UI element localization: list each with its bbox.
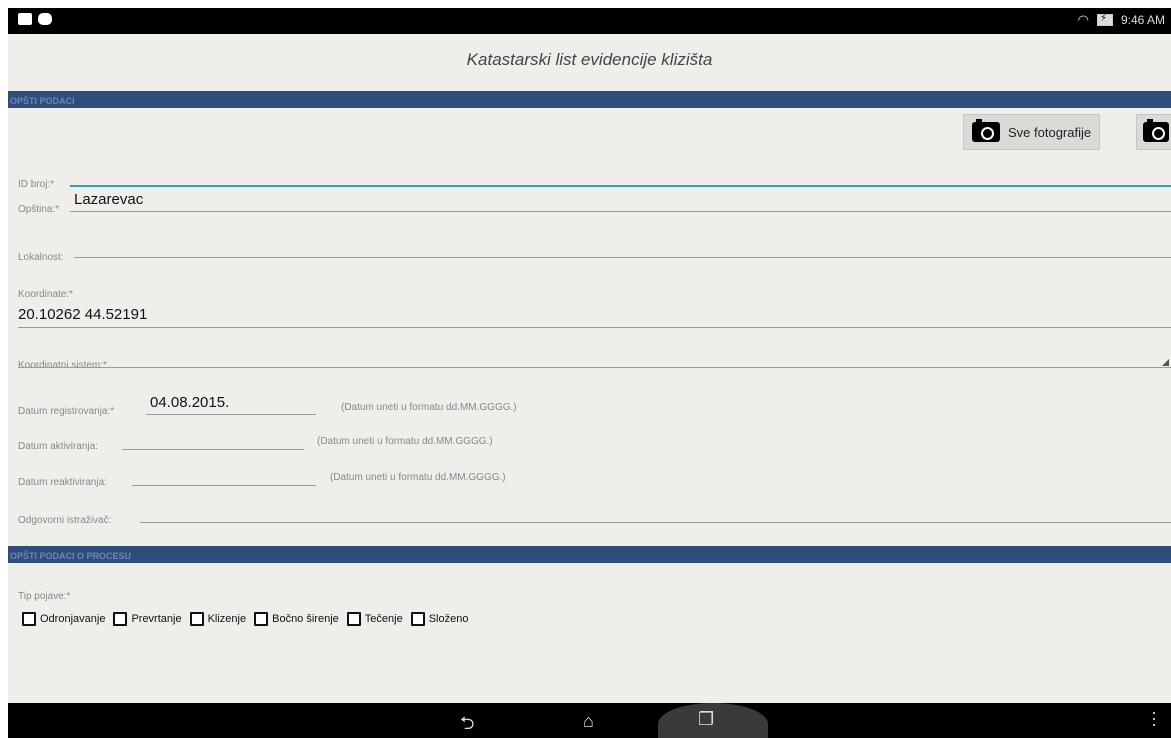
reg-date-hint: (Datum uneti u formatu dd.MM.GGGG.) [341,402,517,413]
reactivation-date-hint: (Datum uneti u formatu dd.MM.GGGG.) [330,472,506,483]
phenomenon-type-label: Tip pojave:* [18,591,71,602]
locality-label: Lokalnost: [18,252,64,263]
reactivation-date-input[interactable] [132,485,316,486]
camera-icon [972,119,1000,142]
reg-date-label: Datum registrovanja:* [18,406,115,417]
reg-date-value: 04.08.2015. [150,394,230,411]
checkbox-box[interactable] [254,612,269,626]
take-photo-button[interactable] [1136,114,1171,150]
municipality-input[interactable] [70,211,1171,212]
reg-date-input[interactable] [146,414,316,415]
researcher-label: Odgovorni istraživač: [18,515,112,526]
wifi-icon: ◠ [1077,12,1089,27]
researcher-input[interactable] [140,522,1171,523]
checkbox-odronjavanje[interactable]: Odronjavanje [22,612,105,626]
id-input[interactable] [70,185,1171,187]
notification-icon [18,13,32,25]
clock: 9:46 AM [1120,13,1165,27]
checkbox-box[interactable] [346,612,361,626]
navigation-bar: ⮌ ⌂ ❐ · · · [8,703,1171,738]
locality-input[interactable] [74,257,1171,258]
checkbox-bocno-sirenje[interactable]: Bočno širenje [254,612,339,626]
checkbox-box[interactable] [22,612,36,626]
checkbox-box[interactable] [113,612,128,626]
municipality-value: Lazarevac [74,191,144,208]
coordinates-label: Koordinate:* [18,289,74,300]
coord-system-select[interactable] [18,367,1171,368]
battery-icon [1096,13,1113,26]
coordinates-input[interactable] [18,327,1171,328]
municipality-label: Opština:* [18,204,60,215]
back-icon[interactable]: ⮌ [460,711,474,738]
camera-icon [1143,119,1169,142]
page-title: Katastarski list evidencije klizišta [466,50,713,69]
coordinates-value: 20.10262 44.52191 [18,306,148,323]
dropdown-arrow-icon [1162,359,1169,366]
checkbox-tecenje[interactable]: Tečenje [346,612,403,626]
section-header-process: OPŠTI PODACI O PROCESU [8,546,1171,563]
checkbox-klizenje[interactable]: Klizenje [189,612,246,626]
coord-system-label: Koordinatni sistem:* [18,360,107,371]
home-icon[interactable]: ⌂ [583,711,594,732]
checkbox-prevrtanje[interactable]: Prevrtanje [113,612,182,626]
checkbox-slozeno[interactable]: Složeno [410,612,468,626]
phenomenon-type-options: Odronjavanje Prevrtanje Klizenje Bočno š… [22,612,476,626]
menu-icon[interactable]: · · · [1151,703,1157,733]
reactivation-date-label: Datum reaktiviranja: [18,477,107,488]
all-photos-button[interactable]: Sve fotografije [963,114,1101,150]
activation-date-input[interactable] [122,449,304,450]
checkbox-box[interactable] [189,612,204,626]
id-label: ID broj:* [18,179,55,190]
section-header-general: OPŠTI PODACI [8,91,1171,108]
activation-date-hint: (Datum uneti u formatu dd.MM.GGGG.) [317,436,493,447]
message-icon [38,13,52,25]
app-window: Katastarski list evidencije klizišta OPŠ… [8,34,1171,703]
status-bar: ◠ 9:46 AM [8,8,1171,34]
recent-apps-icon[interactable]: ❐ [698,709,714,730]
activation-date-label: Datum aktiviranja: [18,441,99,452]
checkbox-box[interactable] [410,612,425,626]
id-field-row: ID broj:* [18,174,1171,192]
